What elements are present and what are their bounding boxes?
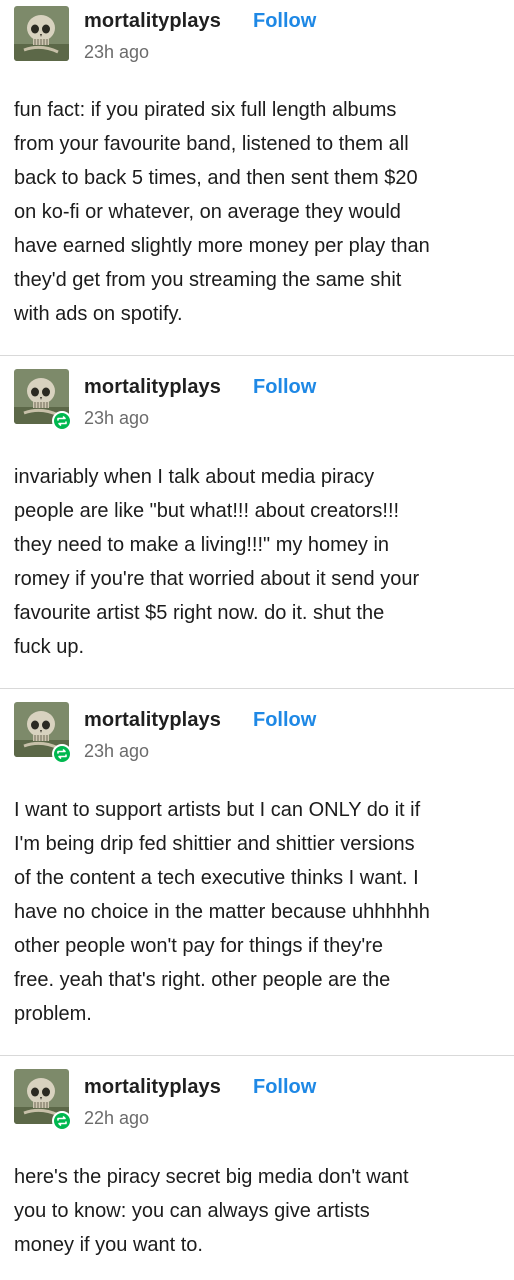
reblog-icon	[52, 411, 72, 431]
skull-avatar-icon[interactable]	[14, 6, 69, 61]
post-timestamp[interactable]: 23h ago	[84, 42, 149, 63]
post-timestamp[interactable]: 23h ago	[84, 741, 149, 762]
post-timestamp[interactable]: 22h ago	[84, 1108, 149, 1129]
username-link[interactable]: mortalityplays	[84, 1076, 221, 1099]
username-link[interactable]: mortalityplays	[84, 709, 221, 732]
post-body: I want to support artists but I can ONLY…	[14, 799, 430, 1025]
follow-button[interactable]: Follow	[253, 10, 316, 33]
post: mortalityplays Follow 23h ago fun fact: …	[0, 0, 514, 356]
username-link[interactable]: mortalityplays	[84, 10, 221, 33]
post-body: here's the piracy secret big media don't…	[14, 1166, 409, 1256]
post-body: invariably when I talk about media pirac…	[14, 466, 420, 658]
username-link[interactable]: mortalityplays	[84, 376, 221, 399]
follow-button[interactable]: Follow	[253, 709, 316, 732]
post-body: fun fact: if you pirated six full length…	[14, 99, 430, 325]
post-timestamp[interactable]: 23h ago	[84, 408, 149, 429]
post: mortalityplays Follow 23h ago invariably…	[0, 356, 514, 689]
post: mortalityplays Follow 23h ago I want to …	[0, 689, 514, 1056]
reblog-icon	[52, 1111, 72, 1131]
post: mortalityplays Follow 22h ago here's the…	[0, 1056, 514, 1280]
follow-button[interactable]: Follow	[253, 1076, 316, 1099]
follow-button[interactable]: Follow	[253, 376, 316, 399]
reblog-icon	[52, 744, 72, 764]
